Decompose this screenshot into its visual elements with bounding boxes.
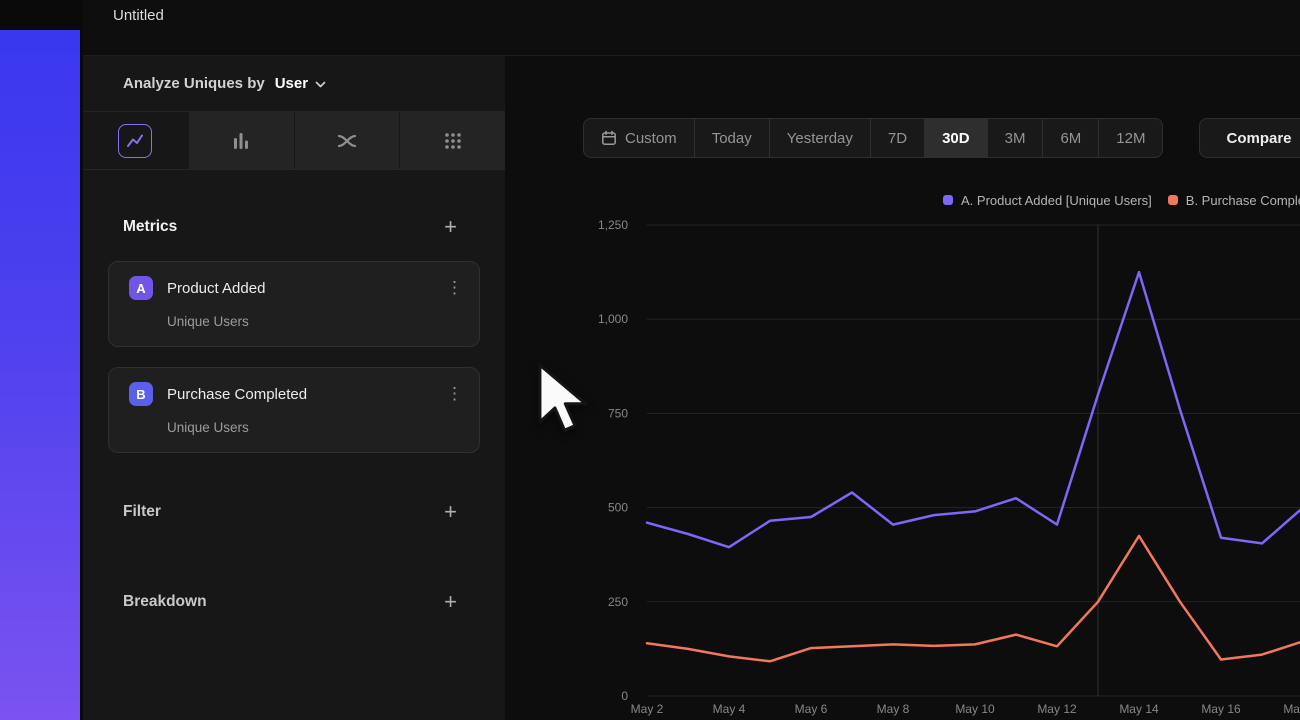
x-tick-label: May 12 xyxy=(1037,702,1077,716)
y-tick-label: 1,000 xyxy=(598,312,628,326)
x-tick-label: May 4 xyxy=(713,702,746,716)
x-tick-label: May 10 xyxy=(955,702,995,716)
tab-bar-chart[interactable] xyxy=(188,112,294,169)
metric-name: Product Added xyxy=(167,280,265,297)
mouse-cursor xyxy=(536,362,590,439)
metrics-title: Metrics xyxy=(123,218,177,236)
flow-icon xyxy=(335,129,359,153)
metric-badge-b: B xyxy=(129,382,153,406)
kebab-menu-icon[interactable]: ⋮ xyxy=(446,278,463,298)
y-tick-label: 1,250 xyxy=(598,218,628,232)
tab-grid[interactable] xyxy=(399,112,505,169)
view-tabs xyxy=(83,112,505,170)
breakdown-section: Breakdown + xyxy=(83,588,505,616)
analyze-label: Analyze Uniques by xyxy=(123,75,265,92)
left-gradient-strip xyxy=(0,0,83,720)
page-title: Untitled xyxy=(113,7,164,24)
header: Untitled xyxy=(83,0,1300,56)
metric-subtitle: Unique Users xyxy=(167,314,465,329)
y-tick-label: 0 xyxy=(621,689,628,703)
metrics-section-header: Metrics + xyxy=(83,213,505,241)
metric-subtitle: Unique Users xyxy=(167,420,465,435)
add-breakdown-button[interactable]: + xyxy=(444,591,457,613)
x-tick-label: May 14 xyxy=(1119,702,1159,716)
gradient-bar xyxy=(0,30,80,720)
analyze-row: Analyze Uniques by User xyxy=(83,56,505,112)
x-tick-label: May 6 xyxy=(795,702,828,716)
x-tick-label: May 16 xyxy=(1201,702,1241,716)
y-tick-label: 750 xyxy=(608,406,628,420)
x-tick-label: May 8 xyxy=(877,702,910,716)
metric-card-b[interactable]: B Purchase Completed ⋮ Unique Users xyxy=(108,367,480,453)
line-chart-icon xyxy=(118,124,152,158)
chart-panel: Custom Today Yesterday 7D 30D 3M 6M 12M … xyxy=(505,56,1300,720)
app-window: Untitled Analyze Uniques by User xyxy=(0,0,1300,720)
x-tick-label: May 18 xyxy=(1283,702,1300,716)
line-chart[interactable]: 0 250 500 750 1,000 1,250 May 2 May 4 May 6 May 8… xyxy=(505,56,1300,720)
bar-chart-icon xyxy=(229,129,253,153)
tab-flow[interactable] xyxy=(294,112,400,169)
y-tick-label: 250 xyxy=(608,595,628,609)
grid-dots-icon xyxy=(441,129,465,153)
analyze-unit-dropdown[interactable]: User xyxy=(275,75,308,92)
add-filter-button[interactable]: + xyxy=(444,501,457,523)
chevron-down-icon[interactable] xyxy=(315,81,326,88)
metric-card-a[interactable]: A Product Added ⋮ Unique Users xyxy=(108,261,480,347)
kebab-menu-icon[interactable]: ⋮ xyxy=(446,384,463,404)
x-tick-label: May 2 xyxy=(631,702,664,716)
filter-title: Filter xyxy=(123,503,161,521)
filter-section: Filter + xyxy=(83,498,505,526)
breakdown-title: Breakdown xyxy=(123,593,207,611)
metric-badge-a: A xyxy=(129,276,153,300)
tab-line-chart[interactable] xyxy=(83,112,188,169)
sidebar: Analyze Uniques by User xyxy=(83,56,505,720)
metric-name: Purchase Completed xyxy=(167,386,307,403)
series-line[interactable] xyxy=(647,536,1300,661)
series-line[interactable] xyxy=(647,272,1300,547)
y-tick-label: 500 xyxy=(608,501,628,515)
add-metric-button[interactable]: + xyxy=(444,216,457,238)
